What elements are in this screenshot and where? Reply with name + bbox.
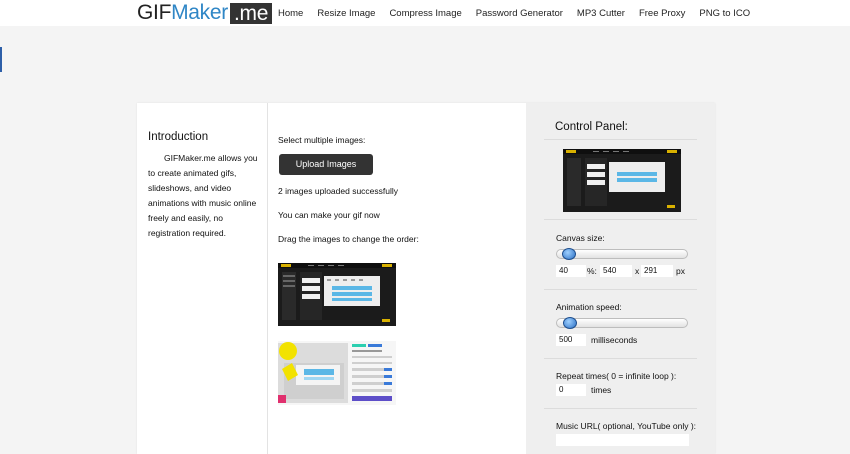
main-nav: Home Resize Image Compress Image Passwor… xyxy=(278,8,750,19)
canvas-width-input[interactable]: 540 xyxy=(600,265,632,277)
divider xyxy=(544,219,697,220)
select-images-label: Select multiple images: xyxy=(278,135,366,145)
canvas-percent-input[interactable]: 40 xyxy=(556,265,586,277)
divider xyxy=(544,358,697,359)
drag-hint-text: Drag the images to change the order: xyxy=(278,234,419,244)
intro-title: Introduction xyxy=(148,131,209,143)
times-label: times xyxy=(591,385,612,395)
nav-mp3-cutter[interactable]: MP3 Cutter xyxy=(577,8,625,19)
uploaded-image-1[interactable] xyxy=(278,263,396,326)
tool-container: Introduction GIFMaker.me allows you to c… xyxy=(137,103,715,454)
animation-speed-label: Animation speed: xyxy=(556,302,622,312)
canvas-percent-sep: %: xyxy=(587,266,597,276)
repeat-times-label: Repeat times( 0 = infinite loop ): xyxy=(556,371,677,381)
divider xyxy=(544,408,697,409)
upload-column: Select multiple images: Upload Images 2 … xyxy=(268,103,526,454)
control-panel: Control Panel: Canvas size: 40 %: 540 x … xyxy=(526,103,715,454)
nav-free-proxy[interactable]: Free Proxy xyxy=(639,8,685,19)
music-url-input[interactable] xyxy=(556,434,689,446)
intro-text: GIFMaker.me allows you to create animate… xyxy=(148,153,258,238)
control-panel-title: Control Panel: xyxy=(555,121,628,133)
intro-column: Introduction GIFMaker.me allows you to c… xyxy=(137,103,268,454)
divider xyxy=(544,289,697,290)
nav-resize-image[interactable]: Resize Image xyxy=(317,8,375,19)
upload-status-text: 2 images uploaded successfully xyxy=(278,186,399,196)
gif-preview xyxy=(563,149,681,212)
canvas-size-label: Canvas size: xyxy=(556,233,605,243)
canvas-px-label: px xyxy=(676,266,685,276)
nav-home[interactable]: Home xyxy=(278,8,303,19)
animation-speed-slider-handle[interactable] xyxy=(562,317,577,329)
animation-speed-slider[interactable] xyxy=(556,317,688,329)
ready-text: You can make your gif now xyxy=(278,210,380,220)
logo-gif-text: GIF xyxy=(137,1,172,24)
upload-images-button[interactable]: Upload Images xyxy=(279,154,373,175)
canvas-height-input[interactable]: 291 xyxy=(641,265,673,277)
uploaded-image-2[interactable] xyxy=(278,341,396,405)
canvas-size-slider-handle[interactable] xyxy=(561,248,576,260)
divider xyxy=(544,139,697,140)
logo-maker-text: Maker xyxy=(171,1,228,24)
nav-compress-image[interactable]: Compress Image xyxy=(389,8,461,19)
logo-me-badge: .me xyxy=(229,2,273,24)
canvas-x-label: x xyxy=(635,266,640,276)
canvas-size-slider[interactable] xyxy=(556,248,688,260)
site-logo[interactable]: GIF Maker .me xyxy=(137,1,273,24)
music-url-label: Music URL( optional, YouTube only ): xyxy=(556,421,697,431)
nav-png-to-ico[interactable]: PNG to ICO xyxy=(699,8,750,19)
top-bar: GIF Maker .me Home Resize Image Compress I… xyxy=(0,0,850,26)
nav-password-generator[interactable]: Password Generator xyxy=(476,8,563,19)
animation-speed-input[interactable]: 500 xyxy=(556,334,586,346)
milliseconds-label: milliseconds xyxy=(591,335,638,345)
repeat-times-input[interactable]: 0 xyxy=(556,384,586,396)
left-edge-marker xyxy=(0,47,2,72)
